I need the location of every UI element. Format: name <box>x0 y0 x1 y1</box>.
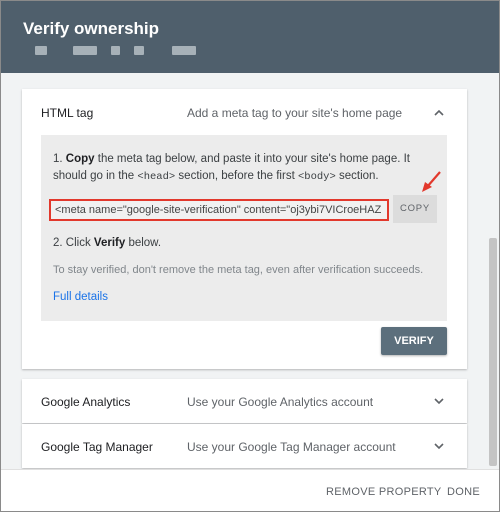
google-analytics-description: Use your Google Analytics account <box>187 395 374 409</box>
dialog-title: Verify ownership <box>23 19 160 38</box>
google-tag-manager-panel[interactable]: Google Tag Manager Use your Google Tag M… <box>22 424 467 468</box>
chevron-up-icon[interactable] <box>433 107 445 119</box>
dialog-footer: REMOVE PROPERTY DONE <box>1 469 499 511</box>
step-2-text: 2. Click Verify below. <box>53 237 162 249</box>
copy-button[interactable]: COPY <box>393 195 437 223</box>
done-button[interactable]: DONE <box>447 486 480 498</box>
scrollbar-thumb[interactable] <box>489 238 497 466</box>
verify-ownership-dialog: Verify ownership HTML tag Add a meta tag… <box>0 0 500 512</box>
dialog-header: Verify ownership <box>1 1 499 73</box>
html-tag-panel: HTML tag Add a meta tag to your site's h… <box>22 89 467 369</box>
chevron-down-icon[interactable] <box>433 395 445 407</box>
html-tag-instructions: 1. Copy the meta tag below, and paste it… <box>41 135 447 321</box>
google-analytics-title: Google Analytics <box>41 395 131 409</box>
chevron-down-icon[interactable] <box>433 440 445 452</box>
google-tag-manager-description: Use your Google Tag Manager account <box>187 440 396 454</box>
google-analytics-panel[interactable]: Google Analytics Use your Google Analyti… <box>22 379 467 423</box>
html-tag-description: Add a meta tag to your site's home page <box>187 106 403 120</box>
full-details-link[interactable]: Full details <box>53 291 108 303</box>
verify-button[interactable]: VERIFY <box>381 327 447 355</box>
redacted-site-url <box>21 46 221 56</box>
meta-tag-field[interactable]: <meta name="google-site-verification" co… <box>49 199 389 221</box>
google-tag-manager-title: Google Tag Manager <box>41 440 153 454</box>
remove-property-button[interactable]: REMOVE PROPERTY <box>326 486 442 498</box>
html-tag-title[interactable]: HTML tag <box>41 106 93 120</box>
annotation-arrow-icon <box>422 171 441 192</box>
stay-verified-note: To stay verified, don't remove the meta … <box>53 264 424 276</box>
step-1-text: 1. Copy the meta tag below, and paste it… <box>53 153 410 183</box>
